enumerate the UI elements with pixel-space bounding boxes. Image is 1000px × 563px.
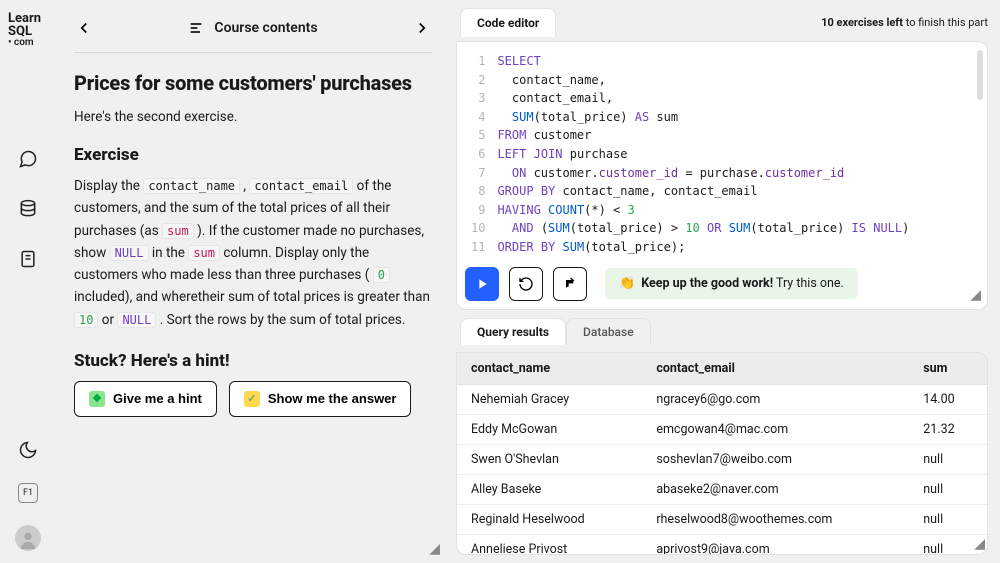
lesson-intro: Here's the second exercise.: [74, 109, 432, 125]
tab-database[interactable]: Database: [566, 318, 651, 345]
reset-icon: [518, 276, 534, 292]
column-header: contact_name: [457, 353, 642, 385]
table-row: Alley Basekeabaseke2@naver.comnull: [457, 474, 987, 504]
database-icon[interactable]: [17, 198, 39, 220]
notes-icon[interactable]: [17, 248, 39, 270]
column-header: sum: [909, 353, 987, 385]
feedback-banner: 👏 Keep up the good work! Try this one.: [605, 268, 858, 299]
clap-icon: 👏: [619, 276, 635, 291]
chat-icon[interactable]: [17, 148, 39, 170]
instructions-pane: Course contents Prices for some customer…: [56, 0, 456, 563]
hint-icon: ❖: [89, 391, 105, 407]
play-icon: [474, 276, 490, 292]
course-contents-button[interactable]: Course contents: [188, 20, 317, 36]
show-answer-button[interactable]: ✓ Show me the answer: [229, 381, 412, 417]
progress-text: 10 exercises left to finish this part: [821, 16, 988, 29]
avatar[interactable]: [15, 525, 41, 551]
code-editor[interactable]: 1234567891011 SELECT contact_name, conta…: [456, 41, 988, 310]
course-contents-label: Course contents: [214, 20, 317, 36]
brand-logo: Learn SQL • com: [0, 12, 56, 48]
next-arrow[interactable]: [412, 18, 432, 38]
table-row: Anneliese Privostaprivost9@java.comnull: [457, 534, 987, 555]
resize-handle[interactable]: ◢: [974, 536, 985, 552]
tab-query-results[interactable]: Query results: [460, 318, 566, 345]
exercise-heading: Exercise: [74, 145, 432, 165]
exercise-description: Display the contact_name , contact_email…: [74, 175, 432, 331]
code-editor-tab[interactable]: Code editor: [460, 8, 556, 37]
give-hint-button[interactable]: ❖ Give me a hint: [74, 381, 217, 417]
list-icon: [188, 20, 204, 36]
editor-scrollbar[interactable]: [977, 50, 983, 301]
column-header: contact_email: [642, 353, 909, 385]
table-row: Reginald Heselwoodrheselwood8@woothemes.…: [457, 504, 987, 534]
resize-handle[interactable]: ◢: [429, 541, 440, 557]
theme-icon[interactable]: [17, 439, 39, 461]
side-rail: Learn SQL • com F1: [0, 0, 56, 563]
prev-arrow[interactable]: [74, 18, 94, 38]
table-row: Eddy McGowanemcgowan4@mac.com21.32: [457, 414, 987, 444]
reset-button[interactable]: [509, 267, 543, 301]
share-button[interactable]: [553, 267, 587, 301]
hint-heading: Stuck? Here's a hint!: [74, 351, 432, 371]
line-gutter: 1234567891011: [465, 52, 497, 257]
f1-key-badge[interactable]: F1: [18, 483, 38, 503]
table-row: Swen O'Shevlansoshevlan7@weibo.comnull: [457, 444, 987, 474]
check-icon: ✓: [244, 391, 260, 407]
results-table: contact_namecontact_emailsum Nehemiah Gr…: [457, 353, 987, 555]
code-content[interactable]: SELECT contact_name, contact_email, SUM(…: [497, 52, 979, 257]
results-panel: contact_namecontact_emailsum Nehemiah Gr…: [456, 352, 988, 555]
table-row: Nehemiah Graceyngracey6@go.com14.00: [457, 384, 987, 414]
run-button[interactable]: [465, 267, 499, 301]
lesson-title: Prices for some customers' purchases: [74, 71, 432, 95]
resize-handle[interactable]: ◢: [970, 287, 981, 303]
